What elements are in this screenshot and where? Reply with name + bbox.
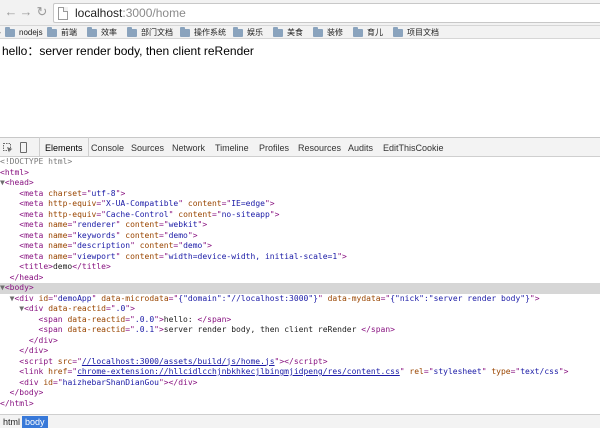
tab-profiles[interactable]: Profiles — [259, 142, 289, 154]
bookmark-folder[interactable]: 操作系统 — [180, 26, 226, 38]
folder-icon — [180, 26, 190, 37]
url-path: :3000/home — [122, 6, 186, 20]
dom-node-html-close[interactable]: </html> — [0, 399, 600, 410]
bookmark-folder[interactable]: nodejs — [5, 26, 43, 38]
dom-node-meta[interactable]: <meta name="keywords" content="demo"> — [0, 231, 600, 242]
bookmark-folder[interactable]: 美食 — [273, 26, 303, 38]
dom-node-meta[interactable]: <meta name="description" content="demo"> — [0, 241, 600, 252]
folder-icon — [47, 26, 57, 37]
dom-node-html[interactable]: <html> — [0, 168, 600, 179]
tab-timeline[interactable]: Timeline — [215, 142, 249, 154]
tab-elements[interactable]: Elements — [39, 137, 88, 156]
bookmark-folder[interactable]: 娱乐 — [233, 26, 263, 38]
dom-node-span[interactable]: <span data-reactid=".0.1">server render … — [0, 325, 600, 336]
device-mode-icon[interactable] — [20, 142, 27, 153]
dom-node-div-reactroot[interactable]: ▼<div data-reactid=".0"> — [0, 304, 600, 315]
inspect-element-icon[interactable] — [3, 143, 13, 153]
breadcrumb-body[interactable]: body — [22, 416, 48, 428]
dom-tree: <!DOCTYPE html> <html> ▼<head> <meta cha… — [0, 157, 600, 414]
tab-editthiscookie[interactable]: EditThisCookie — [383, 142, 444, 154]
bookmark-folder[interactable]: 项目文档 — [393, 26, 439, 38]
bookmarks-chevron-icon[interactable]: › — [0, 26, 1, 38]
page-icon — [58, 7, 68, 20]
bookmark-folder[interactable]: 部门文档 — [127, 26, 173, 38]
folder-icon — [5, 26, 15, 37]
page-viewport: hello：server render body, then client re… — [0, 40, 600, 137]
dom-node-doctype[interactable]: <!DOCTYPE html> — [0, 157, 600, 168]
folder-icon — [87, 26, 97, 37]
folder-icon — [127, 26, 137, 37]
dom-node-div-close[interactable]: </div> — [0, 336, 600, 347]
devtools-breadcrumb: html body — [0, 414, 600, 428]
dom-node-div-last[interactable]: <div id="haizhebarShanDianGou"></div> — [0, 378, 600, 389]
bookmark-folder[interactable]: 育儿 — [353, 26, 383, 38]
dom-node-head[interactable]: ▼<head> — [0, 178, 600, 189]
folder-icon — [233, 26, 243, 37]
folder-icon — [273, 26, 283, 37]
page-body-text: hello：server render body, then client re… — [2, 44, 254, 58]
bookmarks-bar: › nodejs 前端 效率 部门文档 操作系统 娱乐 美食 装修 育儿 项目文… — [0, 26, 600, 39]
back-arrow-icon[interactable]: ← — [3, 4, 19, 20]
breadcrumb-html[interactable]: html — [0, 416, 23, 428]
tab-console[interactable]: Console — [91, 142, 124, 154]
dom-node-meta[interactable]: <meta http-equiv="X-UA-Compatible" conte… — [0, 199, 600, 210]
bookmark-folder[interactable]: 装修 — [313, 26, 343, 38]
dom-node-body-close[interactable]: </body> — [0, 388, 600, 399]
dom-node-link[interactable]: <link href="chrome-extension://hllcidlcc… — [0, 367, 600, 378]
reload-icon[interactable]: ↻ — [34, 4, 50, 20]
dom-node-title[interactable]: <title>demo</title> — [0, 262, 600, 273]
bookmark-folder[interactable]: 效率 — [87, 26, 117, 38]
folder-icon — [393, 26, 403, 37]
address-bar[interactable]: localhost:3000/home — [53, 3, 600, 23]
tab-network[interactable]: Network — [172, 142, 205, 154]
dom-node-span[interactable]: <span data-reactid=".0.0">hello: </span> — [0, 315, 600, 326]
devtools-tabbar: Elements Console Sources Network Timelin… — [0, 137, 600, 157]
dom-node-head-close[interactable]: </head> — [0, 273, 600, 284]
tab-sources[interactable]: Sources — [131, 142, 164, 154]
url-host: localhost — [75, 6, 123, 20]
tab-audits[interactable]: Audits — [348, 142, 373, 154]
dom-node-div-close[interactable]: </div> — [0, 346, 600, 357]
dom-node-meta[interactable]: <meta http-equiv="Cache-Control" content… — [0, 210, 600, 221]
folder-icon — [313, 26, 323, 37]
tab-resources[interactable]: Resources — [298, 142, 341, 154]
bookmark-folder[interactable]: 前端 — [47, 26, 77, 38]
address-url[interactable]: localhost:3000/home — [75, 6, 186, 21]
dom-node-meta[interactable]: <meta charset="utf-8"> — [0, 189, 600, 200]
folder-icon — [353, 26, 363, 37]
dom-node-div-demoapp[interactable]: ▼<div id="demoApp" data-microdata="{"dom… — [0, 294, 600, 305]
browser-toolbar: ← → ↻ localhost:3000/home — [0, 0, 600, 26]
dom-node-script[interactable]: <script src="//localhost:3000/assets/bui… — [0, 357, 600, 368]
forward-arrow-icon[interactable]: → — [18, 4, 34, 20]
dom-node-meta[interactable]: <meta name="viewport" content="width=dev… — [0, 252, 600, 263]
dom-node-body[interactable]: ▼<body> — [0, 283, 600, 294]
dom-node-meta[interactable]: <meta name="renderer" content="webkit"> — [0, 220, 600, 231]
